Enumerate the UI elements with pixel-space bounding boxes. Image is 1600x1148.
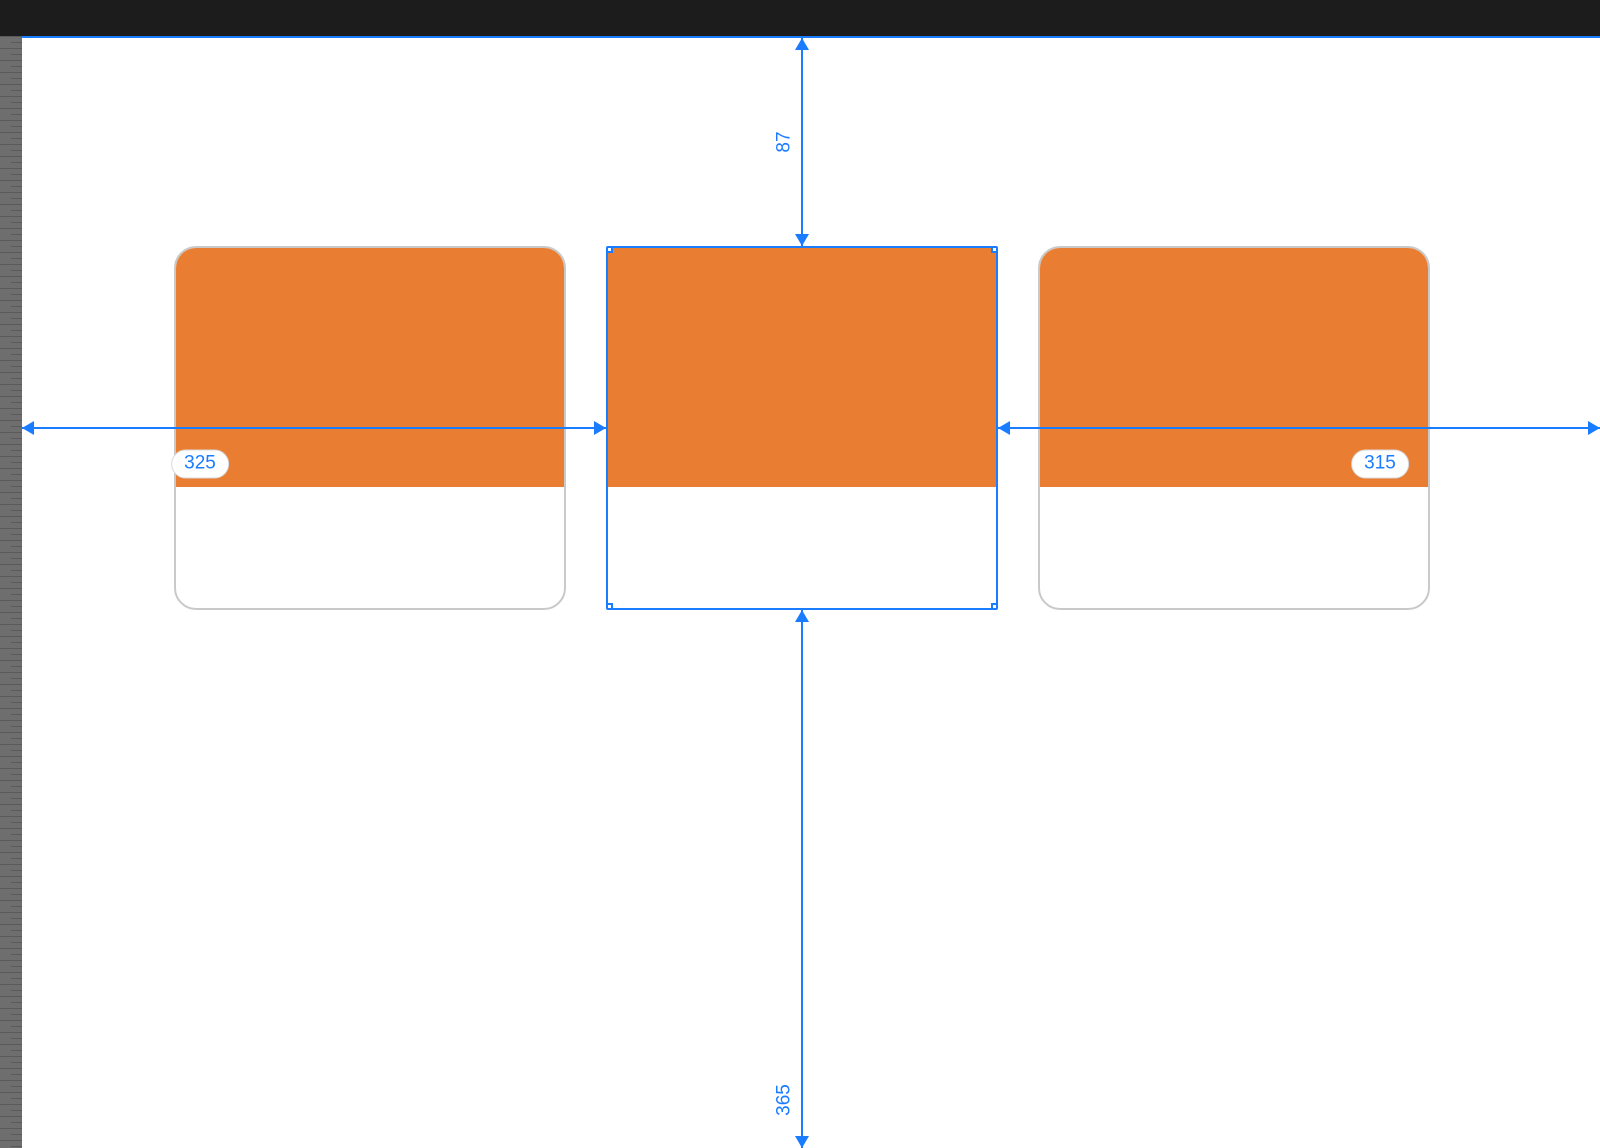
measure-top-value: 87	[775, 131, 794, 152]
measure-right-value: 315	[1351, 450, 1409, 479]
design-canvas[interactable]: 87 365 325 315	[22, 36, 1600, 1148]
app-top-bar	[0, 0, 1600, 36]
left-ruler	[0, 36, 22, 1148]
measure-left-value: 325	[171, 450, 229, 479]
selection-handle-tl[interactable]	[606, 246, 613, 253]
guide-line-top[interactable]	[22, 36, 1600, 38]
selection-handle-tr[interactable]	[991, 246, 998, 253]
selection-handle-bl[interactable]	[606, 603, 613, 610]
card-center-selected[interactable]	[606, 246, 998, 610]
card-left-fill	[176, 248, 564, 487]
measure-bottom-value: 365	[775, 1084, 794, 1116]
card-left[interactable]	[174, 246, 566, 610]
selection-handle-br[interactable]	[991, 603, 998, 610]
card-right[interactable]	[1038, 246, 1430, 610]
card-center-fill	[608, 248, 996, 487]
